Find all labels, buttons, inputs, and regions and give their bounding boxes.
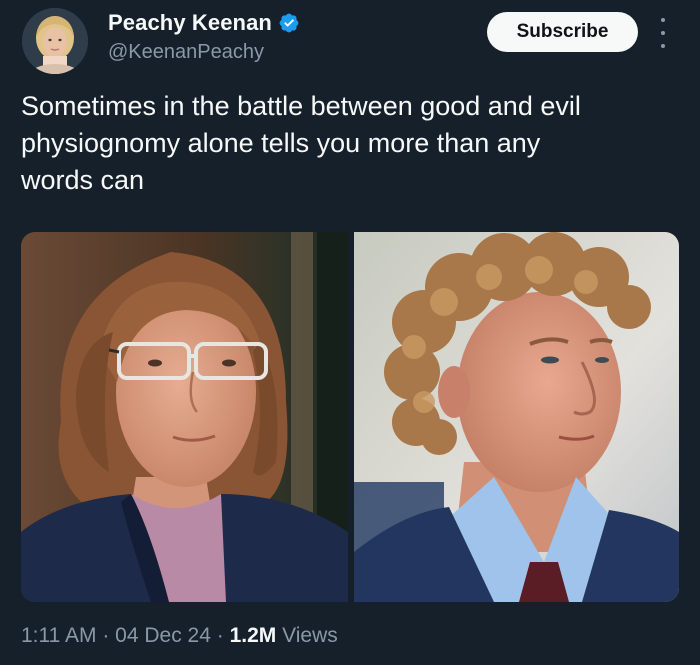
views-label: Views	[276, 624, 338, 647]
tweet-time[interactable]: 1:11 AM	[21, 624, 97, 647]
author-display-name[interactable]: Peachy Keenan	[108, 10, 272, 36]
more-vertical-icon[interactable]	[655, 18, 671, 48]
tweet-media	[21, 232, 679, 602]
avatar[interactable]	[22, 8, 88, 74]
tweet: Peachy Keenan @KeenanPeachy Subscribe So…	[0, 0, 700, 665]
tweet-text-line: physiognomy alone tells you more than an…	[21, 128, 541, 158]
tweet-text: Sometimes in the battle between good and…	[21, 88, 671, 199]
avatar-image	[22, 8, 88, 74]
author-handle[interactable]: @KeenanPeachy	[108, 41, 264, 64]
verified-badge-icon	[278, 12, 300, 34]
tweet-date[interactable]: 04 Dec 24	[115, 624, 211, 647]
meta-separator: ·	[210, 624, 230, 647]
meta-separator: ·	[96, 624, 116, 647]
tweet-meta: 1:11 AM · 04 Dec 24 · 1.2M Views	[21, 624, 338, 648]
views-count: 1.2M	[229, 624, 277, 647]
author-name-row[interactable]: Peachy Keenan	[108, 10, 300, 36]
media-photo-right[interactable]	[354, 232, 679, 602]
tweet-text-line: words can	[21, 165, 145, 195]
media-photo-left[interactable]	[21, 232, 348, 602]
subscribe-button[interactable]: Subscribe	[487, 12, 638, 52]
tweet-text-line: Sometimes in the battle between good and…	[21, 91, 581, 121]
